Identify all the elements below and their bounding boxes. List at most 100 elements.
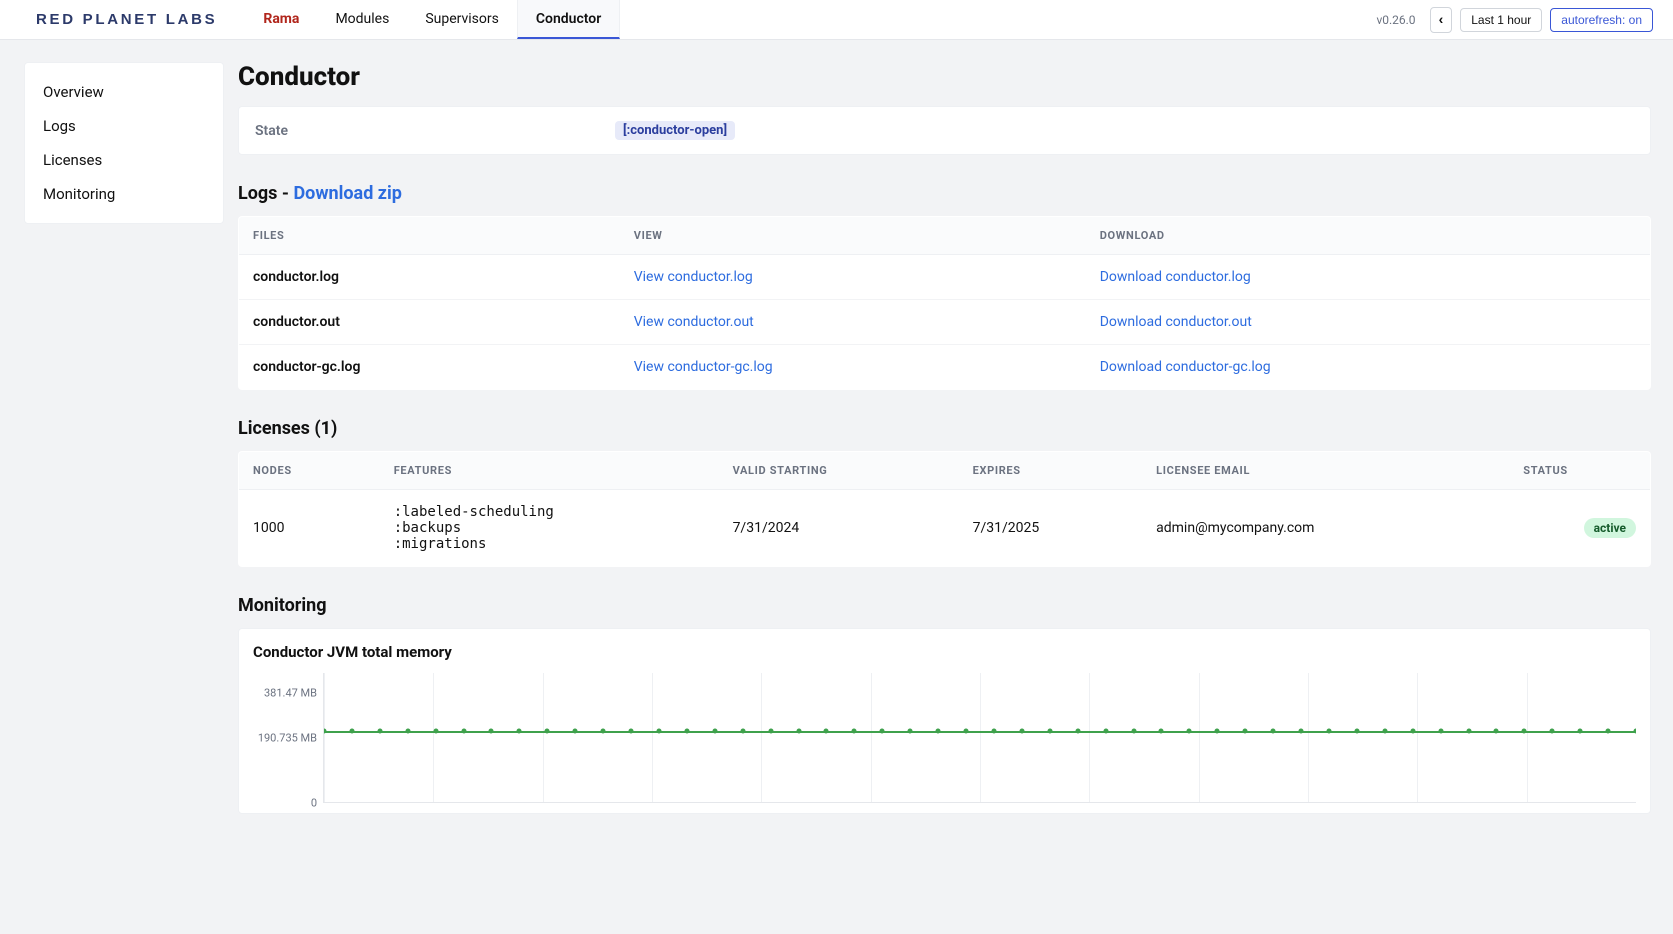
chart-data-point bbox=[684, 728, 689, 733]
chart-data-point bbox=[1578, 728, 1583, 733]
nav-item-modules[interactable]: Modules bbox=[317, 0, 407, 39]
log-file-name: conductor.log bbox=[239, 255, 620, 300]
chart-data-point bbox=[1047, 728, 1052, 733]
chart-plot-area bbox=[323, 673, 1636, 803]
licenses-col-features: FEATURES bbox=[380, 452, 719, 490]
chart-grid-line bbox=[761, 673, 762, 802]
top-bar-right: v0.26.0 Last 1 hour autorefresh: on bbox=[1376, 7, 1653, 33]
licenses-col-valid-starting: VALID STARTING bbox=[719, 452, 959, 490]
chart-data-point bbox=[1271, 728, 1276, 733]
chart-data-point bbox=[1438, 728, 1443, 733]
monitoring-chart: 381.47 MB190.735 MB0 bbox=[253, 673, 1636, 803]
download-zip-link[interactable]: Download zip bbox=[293, 183, 401, 204]
chart-grid-line bbox=[1417, 673, 1418, 802]
autorefresh-toggle[interactable]: autorefresh: on bbox=[1550, 8, 1653, 32]
chart-data-point bbox=[1410, 728, 1415, 733]
chart-data-point bbox=[1494, 728, 1499, 733]
logs-table: FILES VIEW DOWNLOAD conductor.logView co… bbox=[238, 216, 1651, 390]
logs-col-view: VIEW bbox=[620, 217, 1086, 255]
chart-y-tick: 0 bbox=[311, 797, 317, 810]
download-log-link[interactable]: Download conductor.log bbox=[1100, 269, 1251, 285]
chart-grid-line bbox=[324, 673, 325, 802]
nav-item-supervisors[interactable]: Supervisors bbox=[407, 0, 517, 39]
table-row: 1000:labeled-scheduling :backups :migrat… bbox=[239, 490, 1651, 567]
main-content: Conductor State [:conductor-open] Logs -… bbox=[238, 62, 1651, 814]
primary-nav: Rama Modules Supervisors Conductor bbox=[245, 0, 620, 39]
time-range-prev-button[interactable] bbox=[1430, 7, 1453, 33]
page-layout: Overview Logs Licenses Monitoring Conduc… bbox=[0, 40, 1673, 854]
chart-data-point bbox=[1131, 728, 1136, 733]
chart-grid-line bbox=[1527, 673, 1528, 802]
monitoring-chart-card: Conductor JVM total memory 381.47 MB 190.… bbox=[238, 628, 1651, 814]
chart-grid-line bbox=[1089, 673, 1090, 802]
chevron-left-icon bbox=[1439, 13, 1444, 27]
chart-data-point bbox=[656, 728, 661, 733]
licenses-col-licensee-email: LICENSEE EMAIL bbox=[1142, 452, 1509, 490]
status-badge: active bbox=[1584, 518, 1636, 538]
chart-data-point bbox=[573, 728, 578, 733]
monitoring-chart-title: Conductor JVM total memory bbox=[253, 643, 1636, 661]
top-bar: RED PLANET LABS Rama Modules Supervisors… bbox=[0, 0, 1673, 40]
licenses-table: NODES FEATURES VALID STARTING EXPIRES LI… bbox=[238, 451, 1651, 567]
view-log-link[interactable]: View conductor.out bbox=[634, 314, 754, 330]
chart-data-point bbox=[1187, 728, 1192, 733]
sidebar-item-overview[interactable]: Overview bbox=[33, 75, 215, 109]
chart-y-axis: 381.47 MB190.735 MB0 bbox=[253, 673, 323, 803]
sidebar-item-logs[interactable]: Logs bbox=[33, 109, 215, 143]
view-log-link[interactable]: View conductor.log bbox=[634, 269, 753, 285]
chart-data-point bbox=[796, 728, 801, 733]
license-email: admin@mycompany.com bbox=[1142, 490, 1509, 567]
chart-data-point bbox=[1159, 728, 1164, 733]
log-file-name: conductor.out bbox=[239, 300, 620, 345]
license-features: :labeled-scheduling :backups :migrations bbox=[380, 490, 719, 567]
chart-data-point bbox=[1354, 728, 1359, 733]
chart-grid-line bbox=[871, 673, 872, 802]
sidebar-item-licenses[interactable]: Licenses bbox=[33, 143, 215, 177]
chart-y-tick: 190.735 MB bbox=[258, 732, 317, 745]
chart-data-point bbox=[1550, 728, 1555, 733]
chart-data-point bbox=[629, 728, 634, 733]
sidebar: Overview Logs Licenses Monitoring bbox=[24, 62, 224, 224]
version-label: v0.26.0 bbox=[1376, 13, 1415, 27]
table-row: conductor.out View conductor.out Download … bbox=[239, 300, 1651, 345]
chart-data-point bbox=[740, 728, 745, 733]
chart-data-point bbox=[712, 728, 717, 733]
table-row: conductor.log View conductor.log Download … bbox=[239, 255, 1651, 300]
chart-data-point bbox=[880, 728, 885, 733]
sidebar-item-monitoring[interactable]: Monitoring bbox=[33, 177, 215, 211]
nav-item-rama[interactable]: Rama bbox=[245, 0, 317, 39]
chart-data-point bbox=[517, 728, 522, 733]
log-file-name: conductor-gc.log bbox=[239, 345, 620, 390]
download-log-link[interactable]: Download conductor.out bbox=[1100, 314, 1252, 330]
chart-data-point bbox=[601, 728, 606, 733]
logs-heading: Logs - Download zip bbox=[238, 183, 1651, 204]
chart-data-point bbox=[1326, 728, 1331, 733]
chart-data-point bbox=[349, 728, 354, 733]
chart-data-point bbox=[1606, 728, 1611, 733]
licenses-col-expires: EXPIRES bbox=[959, 452, 1143, 490]
chart-data-point bbox=[1103, 728, 1108, 733]
table-row: conductor-gc.log View conductor-gc.log Dow… bbox=[239, 345, 1651, 390]
download-log-link[interactable]: Download conductor-gc.log bbox=[1100, 359, 1271, 375]
brand-logo: RED PLANET LABS bbox=[36, 11, 217, 28]
page-title: Conductor bbox=[238, 62, 1651, 92]
logs-heading-text: Logs - bbox=[238, 183, 293, 204]
view-log-link[interactable]: View conductor-gc.log bbox=[634, 359, 773, 375]
chart-y-tick: 381.47 MB bbox=[264, 686, 317, 699]
state-card: State [:conductor-open] bbox=[238, 106, 1651, 155]
chart-data-point bbox=[768, 728, 773, 733]
license-expires: 7/31/2025 bbox=[959, 490, 1143, 567]
chart-grid-line bbox=[433, 673, 434, 802]
license-valid-starting: 7/31/2024 bbox=[719, 490, 959, 567]
chart-grid-line bbox=[543, 673, 544, 802]
chart-data-point bbox=[852, 728, 857, 733]
license-nodes: 1000 bbox=[239, 490, 380, 567]
time-range-button[interactable]: Last 1 hour bbox=[1460, 8, 1542, 32]
chart-data-point bbox=[545, 728, 550, 733]
chart-data-point bbox=[461, 728, 466, 733]
chart-data-point bbox=[1382, 728, 1387, 733]
monitoring-heading: Monitoring bbox=[238, 595, 1651, 616]
nav-item-conductor[interactable]: Conductor bbox=[517, 0, 620, 39]
chart-data-point bbox=[1215, 728, 1220, 733]
chart-data-point bbox=[433, 728, 438, 733]
